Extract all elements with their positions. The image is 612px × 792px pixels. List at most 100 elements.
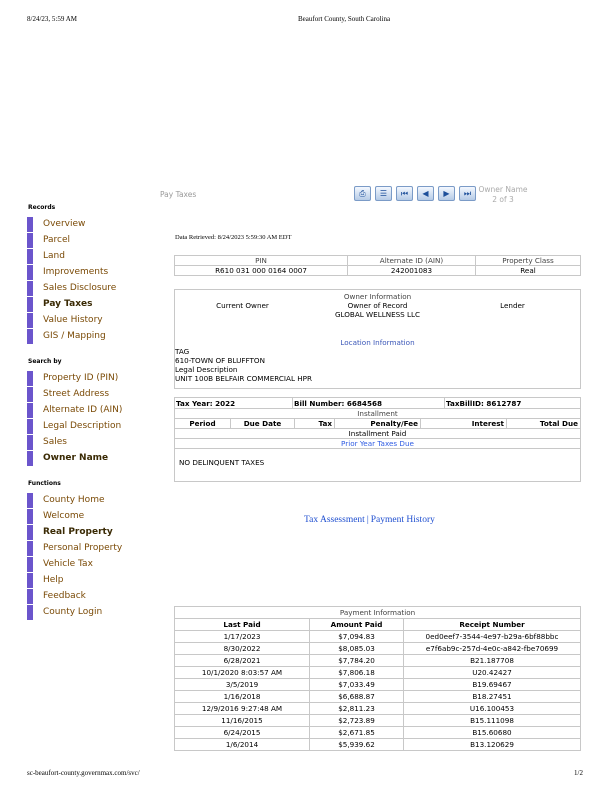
pin-value: R610 031 000 0164 0007 (174, 265, 348, 276)
col-period: Period (175, 419, 231, 428)
amount-paid: $2,811.23 (309, 702, 404, 715)
receipt-number: B15.111098 (403, 714, 581, 727)
sidebar-heading-search: Search by (28, 358, 62, 365)
owner-information-panel: Owner Information Current Owner Owner of… (174, 289, 581, 389)
print-datetime: 8/24/23, 5:59 AM (27, 15, 77, 23)
receipt-number: 0ed0eef7-3544-4e97-b29a-6bf88bbc (403, 630, 581, 643)
tax-bill-panel: Tax Year: 2022 Bill Number: 6684568 TaxB… (174, 397, 581, 482)
payment-row: 1/6/2014 $5,939.62 B13.120629 (174, 738, 581, 751)
owner-name-value: GLOBAL WELLNESS LLC (334, 310, 421, 319)
receipt-number: B13.120629 (403, 738, 581, 751)
receipt-number: U16.100453 (403, 702, 581, 715)
sidebar-item-welcome[interactable]: Welcome (27, 508, 157, 524)
receipt-number: e7f6ab9c-257d-4e0c-a842-fbe70699 (403, 642, 581, 655)
print-footer-url: sc-beaufort-county.governmax.com/svc/ (27, 769, 140, 777)
paid-date: 1/6/2014 (174, 738, 310, 751)
col-receipt-number: Receipt Number (403, 618, 581, 631)
owner-info-title: Owner Information (343, 292, 412, 301)
payment-row: 11/16/2015 $2,723.89 B15.111098 (174, 714, 581, 727)
location-line: 610-TOWN OF BLUFFTON (175, 356, 265, 365)
paid-date: 12/9/2016 9:27:48 AM (174, 702, 310, 715)
sidebar-item-overview[interactable]: Overview (27, 216, 157, 232)
sidebar: Records Overview Parcel Land Improvement… (27, 204, 157, 634)
amount-paid: $6,688.87 (309, 690, 404, 703)
print-icon[interactable]: ⎙ (354, 186, 371, 201)
sidebar-item-owner-name[interactable]: Owner Name (27, 450, 157, 466)
payment-row: 1/17/2023 $7,094.83 0ed0eef7-3544-4e97-b29… (174, 630, 581, 643)
sidebar-functions-group: Functions County Home Welcome Real Prope… (27, 480, 157, 620)
col-penalty-fee: Penalty/Fee (335, 419, 421, 428)
pin-header: PIN (174, 255, 348, 266)
amount-paid: $8,085.03 (309, 642, 404, 655)
receipt-number: U20.42427 (403, 666, 581, 679)
next-record-icon[interactable]: ▶ (438, 186, 455, 201)
owner-name-pager-position: 2 of 3 (492, 195, 514, 204)
payment-history-link[interactable]: Payment History (371, 515, 435, 525)
paid-date: 10/1/2020 8:03:57 AM (174, 666, 310, 679)
sidebar-item-sales-disclosure[interactable]: Sales Disclosure (27, 280, 157, 296)
amount-paid: $5,939.62 (309, 738, 404, 751)
col-last-paid: Last Paid (174, 618, 310, 631)
property-class-value: Real (475, 265, 581, 276)
receipt-number: B21.187708 (403, 654, 581, 667)
amount-paid: $7,784.20 (309, 654, 404, 667)
owner-name-pager-label: Owner Name (478, 185, 528, 194)
lender-label: Lender (500, 301, 525, 310)
sidebar-item-property-id[interactable]: Property ID (PIN) (27, 370, 157, 386)
payment-info-title: Payment Information (174, 606, 581, 619)
paid-date: 8/30/2022 (174, 642, 310, 655)
installment-columns: Period Due Date Tax Penalty/Fee Interest… (175, 419, 580, 429)
sidebar-item-county-login[interactable]: County Login (27, 604, 157, 620)
sidebar-item-feedback[interactable]: Feedback (27, 588, 157, 604)
tax-assessment-link[interactable]: Tax Assessment (304, 515, 365, 525)
sidebar-records-group: Records Overview Parcel Land Improvement… (27, 204, 157, 344)
installment-title: Installment (175, 409, 580, 419)
sidebar-heading-records: Records (28, 204, 56, 211)
location-line: TAG (175, 347, 190, 356)
sidebar-item-alternate-id[interactable]: Alternate ID (AIN) (27, 402, 157, 418)
sidebar-item-land[interactable]: Land (27, 248, 157, 264)
amount-paid: $2,671.85 (309, 726, 404, 739)
payment-row: 10/1/2020 8:03:57 AM $7,806.18 U20.42427 (174, 666, 581, 679)
sidebar-item-pay-taxes[interactable]: Pay Taxes (27, 296, 157, 312)
installment-status: Installment Paid (175, 429, 580, 439)
paid-date: 1/16/2018 (174, 690, 310, 703)
sidebar-item-real-property[interactable]: Real Property (27, 524, 157, 540)
print-footer-page: 1/2 (574, 769, 583, 777)
location-info-title: Location Information (340, 338, 415, 347)
sidebar-item-street-address[interactable]: Street Address (27, 386, 157, 402)
payment-row: 12/9/2016 9:27:48 AM $2,811.23 U16.100453 (174, 702, 581, 715)
sidebar-item-value-history[interactable]: Value History (27, 312, 157, 328)
sidebar-item-sales[interactable]: Sales (27, 434, 157, 450)
delinquent-status: NO DELINQUENT TAXES (179, 458, 265, 467)
amount-paid: $7,806.18 (309, 666, 404, 679)
sidebar-item-vehicle-tax[interactable]: Vehicle Tax (27, 556, 157, 572)
sidebar-item-gis-mapping[interactable]: GIS / Mapping (27, 328, 157, 344)
location-info-lines: TAG 610-TOWN OF BLUFFTON Legal Descripti… (175, 347, 580, 383)
sidebar-item-improvements[interactable]: Improvements (27, 264, 157, 280)
first-record-icon[interactable]: ⏮ (396, 186, 413, 201)
sidebar-item-county-home[interactable]: County Home (27, 492, 157, 508)
payment-information-table: Payment Information Last Paid Amount Pai… (174, 606, 581, 751)
amount-paid: $7,094.83 (309, 630, 404, 643)
tax-bill-header: Tax Year: 2022 Bill Number: 6684568 TaxB… (175, 398, 580, 409)
bill-number: Bill Number: 6684568 (293, 398, 445, 408)
sidebar-item-parcel[interactable]: Parcel (27, 232, 157, 248)
paid-date: 3/5/2019 (174, 678, 310, 691)
sidebar-item-legal-description[interactable]: Legal Description (27, 418, 157, 434)
tax-links: Tax Assessment | Payment History (304, 515, 435, 525)
owner-of-record-label: Owner of Record (347, 301, 408, 310)
sidebar-item-personal-property[interactable]: Personal Property (27, 540, 157, 556)
list-icon[interactable]: ☰ (375, 186, 392, 201)
sidebar-item-help[interactable]: Help (27, 572, 157, 588)
ain-value: 242001083 (347, 265, 476, 276)
previous-record-icon[interactable]: ◀ (417, 186, 434, 201)
col-tax: Tax (295, 419, 335, 428)
prior-year-taxes-link[interactable]: Prior Year Taxes Due (175, 439, 580, 449)
tax-bill-id: TaxBillID: 8612787 (446, 399, 522, 408)
col-interest: Interest (421, 419, 507, 428)
payment-row: 6/24/2015 $2,671.85 B15.60680 (174, 726, 581, 739)
print-site-title: Beaufort County, South Carolina (298, 15, 391, 23)
location-line: UNIT 100B BELFAIR COMMERCIAL HPR (175, 374, 312, 383)
amount-paid: $2,723.89 (309, 714, 404, 727)
